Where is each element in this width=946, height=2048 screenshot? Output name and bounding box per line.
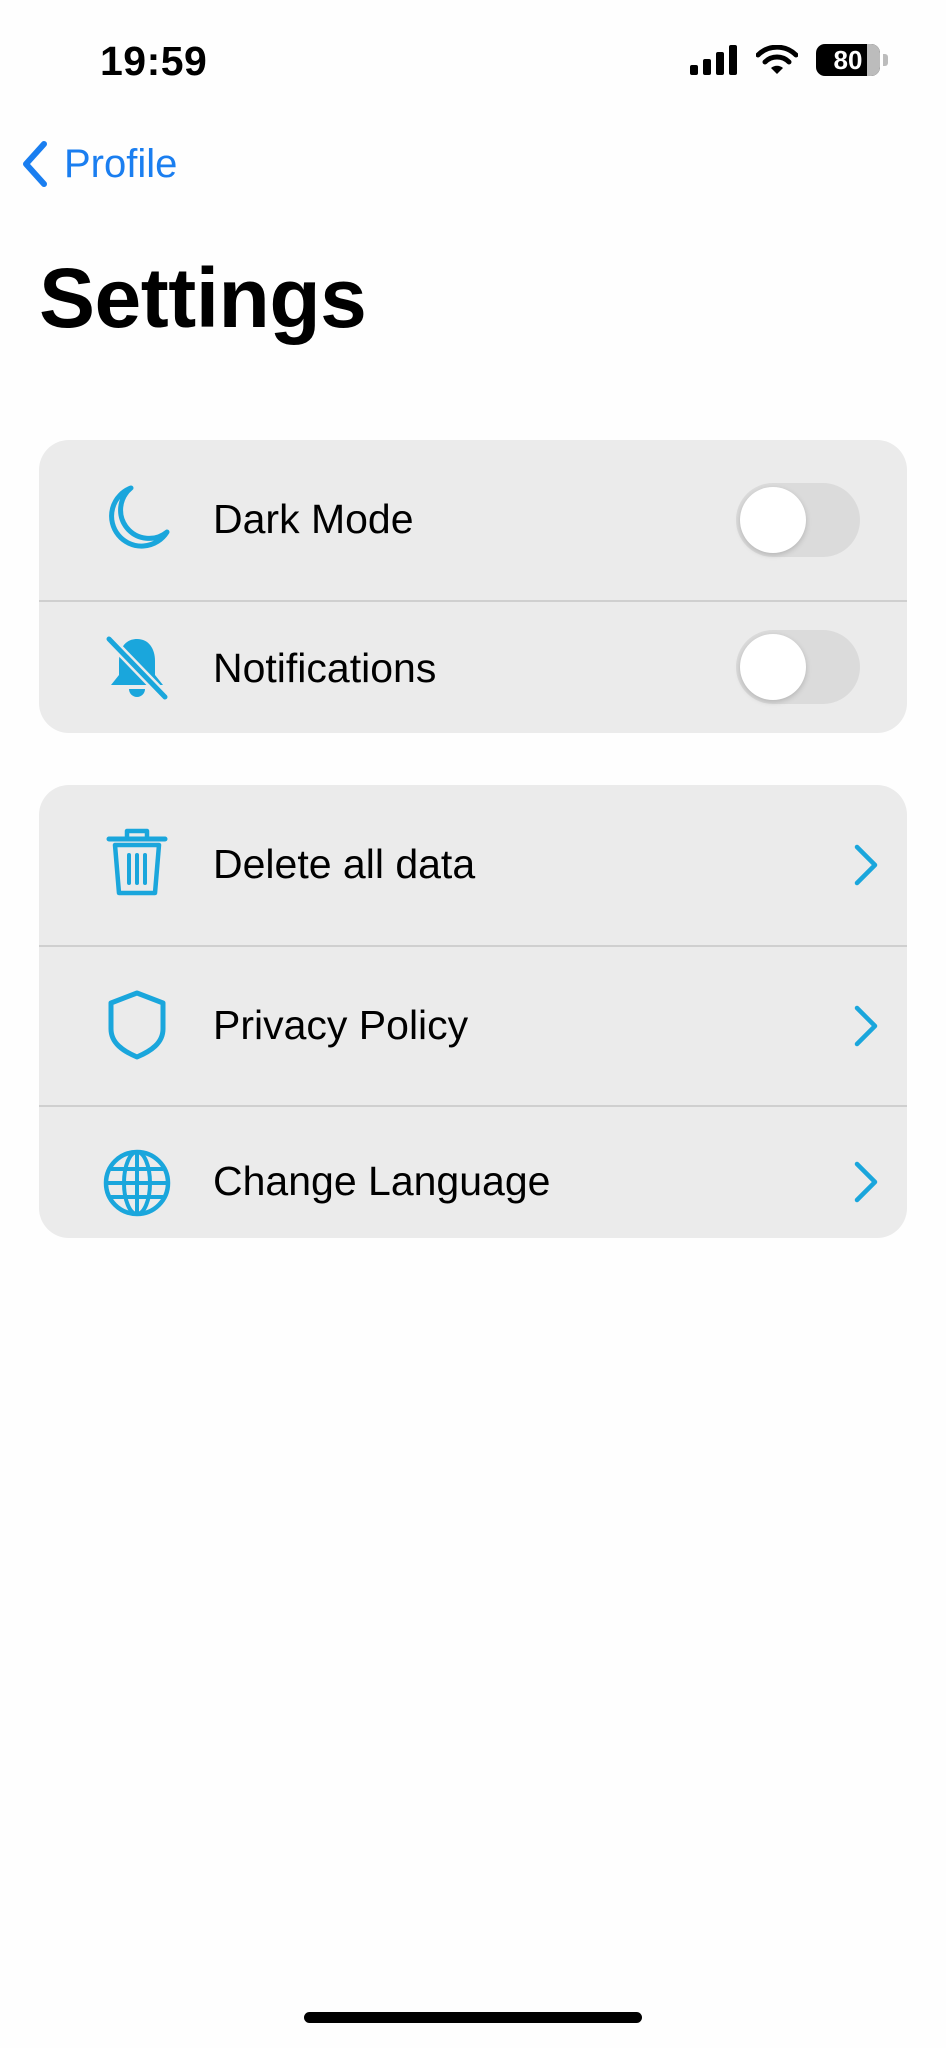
- toggle-knob: [740, 487, 806, 553]
- chevron-right-icon: [854, 844, 878, 886]
- toggle-settings-group: Dark Mode Notifications: [39, 440, 907, 733]
- toggle-knob: [740, 634, 806, 700]
- status-bar: 19:59 80: [0, 0, 946, 120]
- link-settings-group: Delete all data Privacy Policy Change La…: [39, 785, 907, 1238]
- globe-icon: [101, 1147, 173, 1219]
- chevron-right-icon: [854, 1005, 878, 1047]
- dark-mode-row[interactable]: Dark Mode: [39, 440, 907, 600]
- shield-icon: [101, 989, 173, 1061]
- moon-icon: [101, 482, 173, 554]
- home-indicator[interactable]: [304, 2012, 642, 2023]
- change-language-row[interactable]: Change Language: [39, 1105, 907, 1238]
- battery-icon: 80: [816, 44, 880, 76]
- privacy-policy-label: Privacy Policy: [213, 1002, 469, 1048]
- cellular-signal-icon: [690, 45, 737, 75]
- battery-percentage: 80: [833, 45, 863, 75]
- status-icons: 80: [690, 44, 888, 76]
- delete-all-data-label: Delete all data: [213, 841, 476, 887]
- notifications-label: Notifications: [213, 645, 437, 691]
- privacy-policy-row[interactable]: Privacy Policy: [39, 945, 907, 1105]
- wifi-icon: [756, 45, 798, 74]
- dark-mode-toggle[interactable]: [736, 483, 860, 557]
- trash-icon: [101, 827, 173, 899]
- page-title: Settings: [39, 251, 367, 345]
- back-label: Profile: [64, 141, 178, 186]
- delete-all-data-row[interactable]: Delete all data: [39, 785, 907, 945]
- bell-slash-icon: [101, 631, 173, 703]
- back-button[interactable]: Profile: [20, 140, 177, 188]
- notifications-toggle[interactable]: [736, 630, 860, 704]
- dark-mode-label: Dark Mode: [213, 496, 414, 542]
- change-language-label: Change Language: [213, 1158, 551, 1204]
- status-time: 19:59: [100, 38, 208, 84]
- chevron-left-icon: [23, 141, 47, 187]
- notifications-row[interactable]: Notifications: [39, 600, 907, 733]
- chevron-right-icon: [854, 1161, 878, 1203]
